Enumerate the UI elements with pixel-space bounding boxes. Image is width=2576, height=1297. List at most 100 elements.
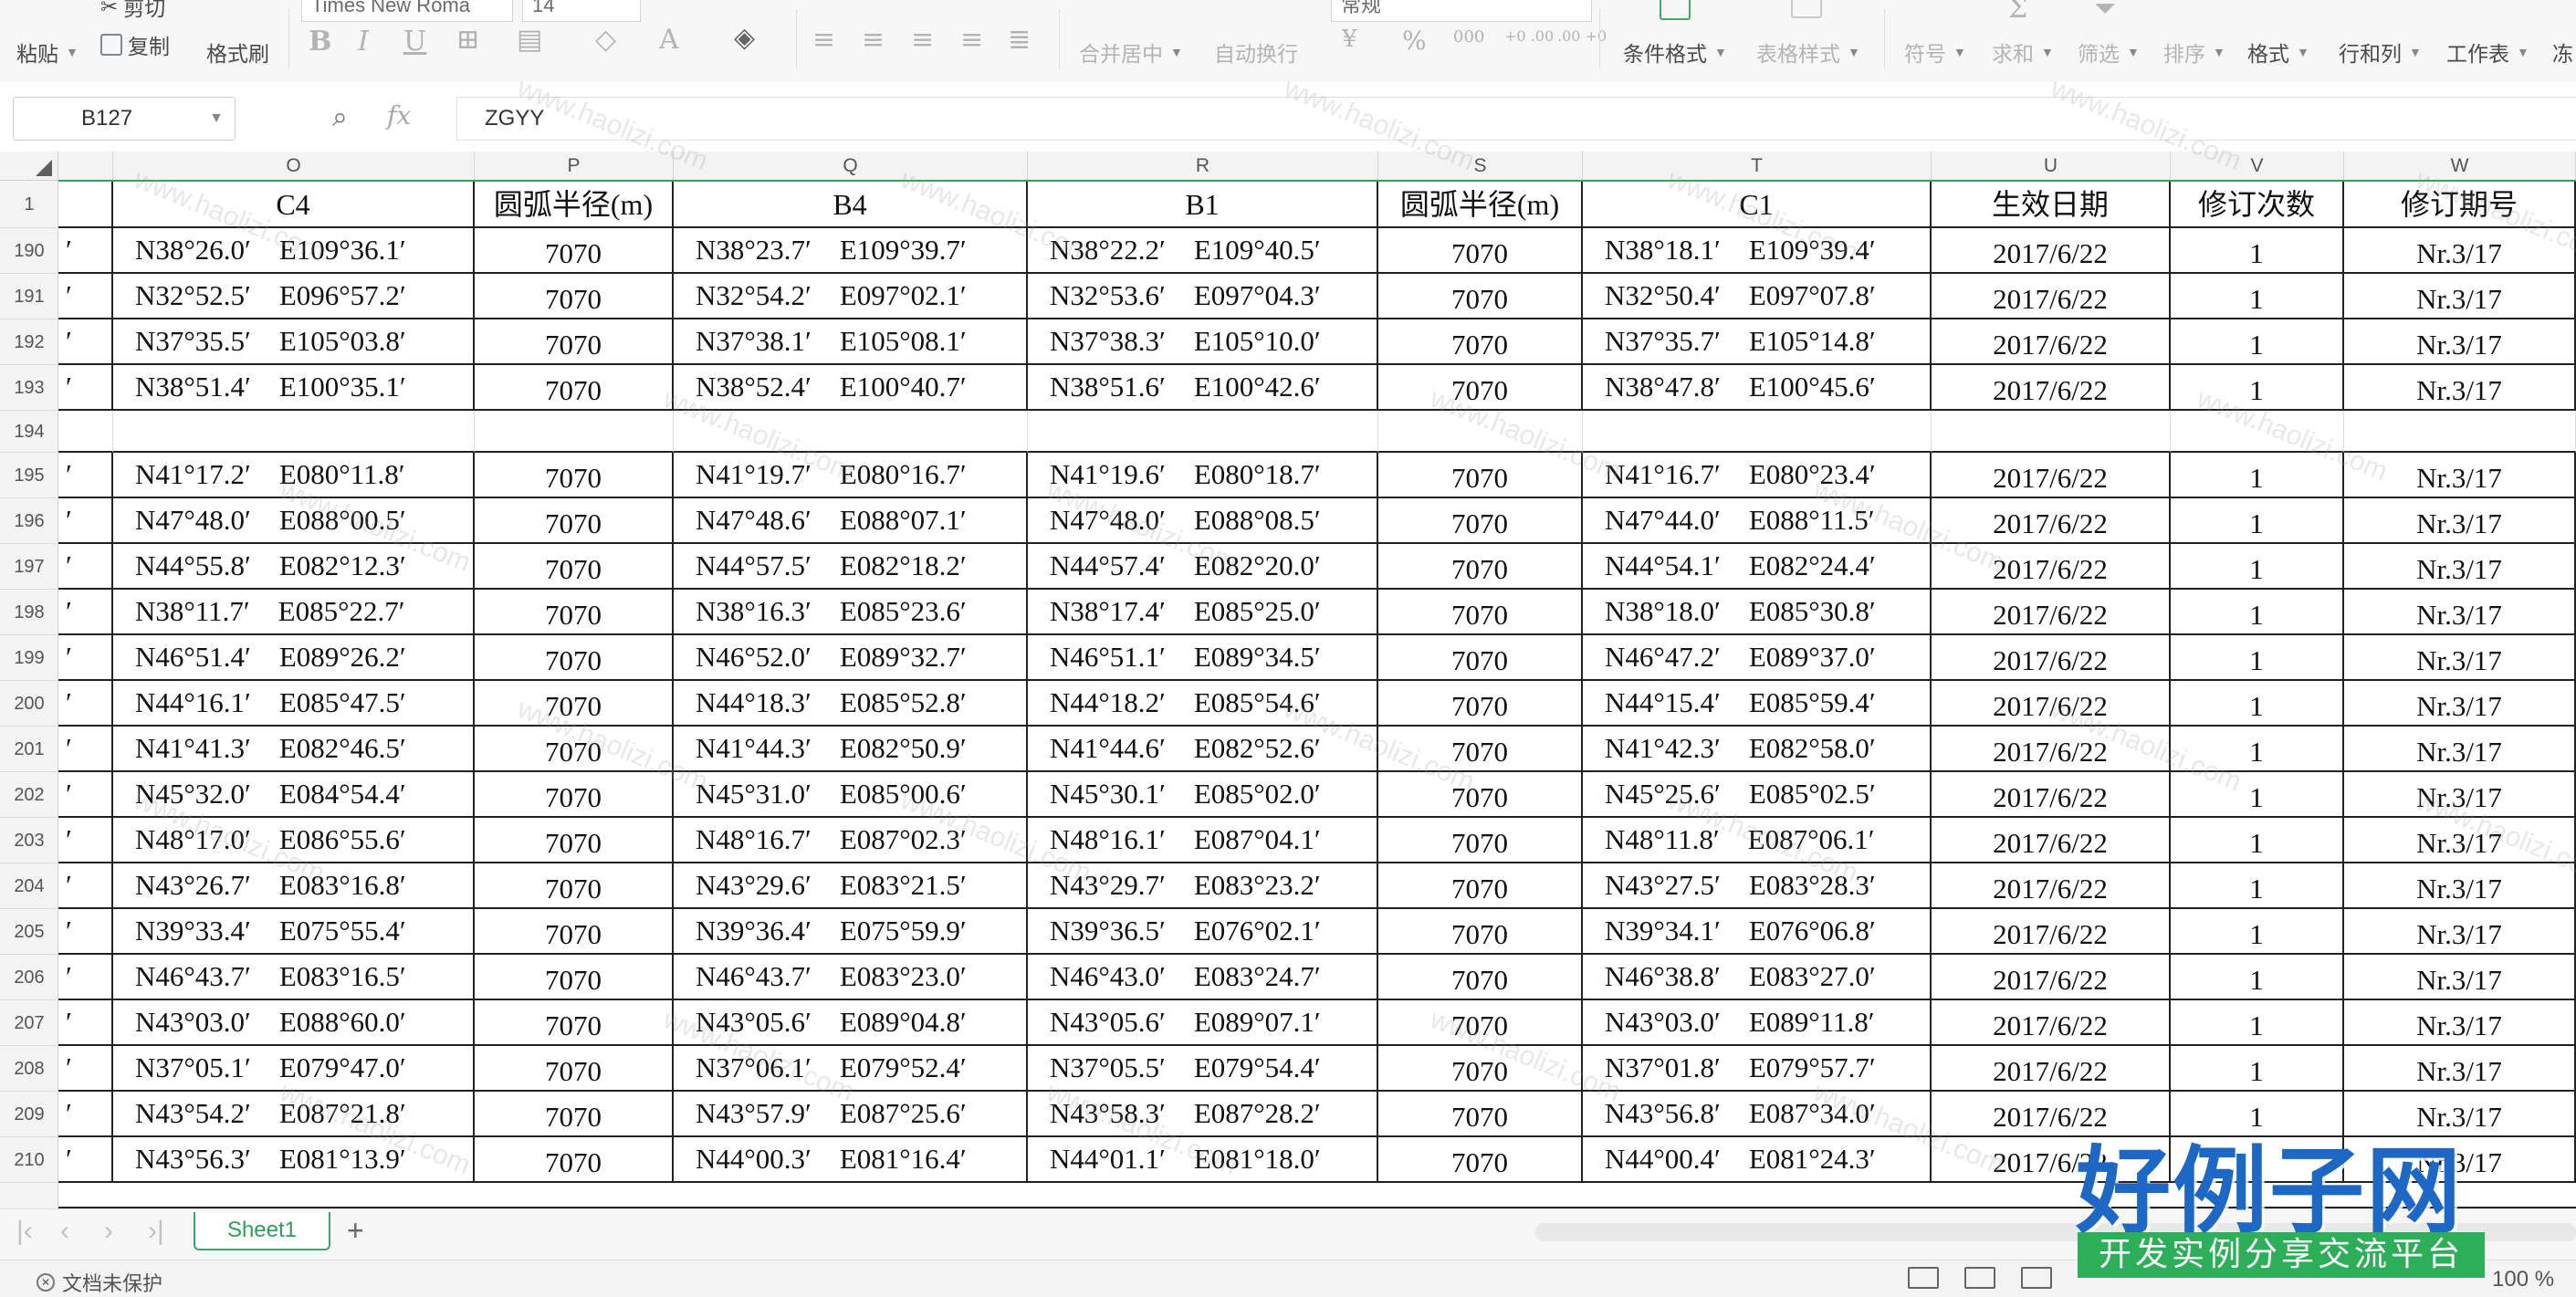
header-cell[interactable]: 修订期号 [2344,181,2576,228]
table-cell[interactable]: N38°23.7′ E109°39.7′ [674,228,1028,274]
row-header[interactable]: 194 [0,411,58,453]
table-cell[interactable]: N43°05.6′ E089°07.1′ [1028,1000,1378,1046]
table-cell[interactable]: 2017/6/22 [1932,635,2171,681]
copy-button[interactable]: 复制 [100,29,170,60]
header-cell[interactable]: C4 [113,181,475,228]
table-cell[interactable]: N43°26.7′ E083°16.8′ [113,863,475,909]
function-icon[interactable]: fx [387,100,411,131]
table-cell[interactable]: N32°54.2′ E097°02.1′ [674,274,1028,319]
row-header[interactable]: 192 [0,319,58,365]
table-cell[interactable]: Nr.3/17 [2344,1000,2576,1046]
cell-grid[interactable]: C4 圆弧半径(m) B4 B1 圆弧半径(m) C1 生效日期 修订次数 修订期号 ′ N38°2… [58,181,2576,1208]
table-cell[interactable]: ′ [58,590,113,635]
row-header[interactable]: 199 [0,635,58,681]
table-cell[interactable]: N38°18.1′ E109°39.4′ [1583,228,1932,274]
table-cell[interactable]: 1 [2171,772,2344,818]
row-header[interactable]: 209 [0,1092,58,1137]
table-cell[interactable]: 7070 [475,727,674,772]
text-color-icon[interactable]: A [659,24,679,56]
table-cell[interactable]: N45°32.0′ E084°54.4′ [113,772,475,818]
table-cell[interactable] [2344,411,2576,453]
number-format-select[interactable]: 常规 [1331,0,1592,22]
table-cell[interactable]: 7070 [1378,1092,1583,1137]
table-cell[interactable]: 1 [2171,955,2344,1000]
table-cell[interactable]: 7070 [475,863,674,909]
table-cell[interactable]: 7070 [475,544,674,590]
table-cell[interactable]: 7070 [475,228,674,274]
table-cell[interactable]: N46°43.0′ E083°24.7′ [1028,955,1378,1000]
table-cell[interactable] [113,411,475,453]
table-cell[interactable]: ′ [58,863,113,909]
table-cell[interactable]: N43°29.7′ E083°23.2′ [1028,863,1378,909]
prev-sheet-icon[interactable]: ‹ [60,1216,69,1247]
table-cell[interactable]: 7070 [1378,498,1583,544]
table-cell[interactable]: N46°43.7′ E083°16.5′ [113,955,475,1000]
table-cell[interactable]: N47°44.0′ E088°11.5′ [1583,498,1932,544]
align-center-icon[interactable]: ≡ [862,24,885,56]
table-cell[interactable]: N32°52.5′ E096°57.2′ [113,274,475,319]
table-cell[interactable]: N38°17.4′ E085°25.0′ [1028,590,1378,635]
table-cell[interactable]: 1 [2171,498,2344,544]
table-cell[interactable]: ′ [58,818,113,863]
table-cell[interactable]: N37°38.1′ E105°08.1′ [674,319,1028,365]
row-header[interactable]: 201 [0,727,58,772]
row-header[interactable]: 207 [0,1000,58,1046]
table-cell[interactable]: Nr.3/17 [2344,955,2576,1000]
table-cell[interactable]: N46°51.4′ E089°26.2′ [113,635,475,681]
table-cell[interactable]: 7070 [1378,955,1583,1000]
symbol-button[interactable]: 符号 ▼ [1904,37,1966,68]
table-cell[interactable]: N48°16.1′ E087°04.1′ [1028,818,1378,863]
table-cell[interactable]: 2017/6/22 [1932,727,2171,772]
table-cell[interactable]: N41°42.3′ E082°58.0′ [1583,727,1932,772]
distributed-icon[interactable]: ≣ [1008,24,1031,56]
table-cell[interactable]: Nr.3/17 [2344,228,2576,274]
table-cell[interactable]: ′ [58,1000,113,1046]
table-cell[interactable]: 7070 [475,681,674,727]
table-cell[interactable]: 7070 [1378,727,1583,772]
table-cell[interactable]: 7070 [1378,1046,1583,1092]
table-cell[interactable]: 1 [2171,274,2344,319]
header-cell[interactable] [58,181,113,228]
table-cell[interactable]: Nr.3/17 [2344,818,2576,863]
table-cell[interactable]: N41°44.3′ E082°50.9′ [674,727,1028,772]
table-cell[interactable]: N47°48.0′ E088°00.5′ [113,498,475,544]
table-cell[interactable]: 7070 [475,274,674,319]
table-cell[interactable]: N44°54.1′ E082°24.4′ [1583,544,1932,590]
row-header[interactable]: 193 [0,365,58,411]
table-cell[interactable]: N41°19.7′ E080°16.7′ [674,453,1028,498]
sheet-tab-sheet1[interactable]: Sheet1 [194,1212,330,1250]
table-cell[interactable]: N46°47.2′ E089°37.0′ [1583,635,1932,681]
auto-wrap-button[interactable]: 自动换行 [1214,37,1298,68]
italic-icon[interactable]: I [358,26,369,58]
zoom-level[interactable]: 100 % [2492,1267,2554,1292]
table-cell[interactable]: 1 [2171,590,2344,635]
header-cell[interactable]: 圆弧半径(m) [475,181,674,228]
table-cell[interactable]: N44°00.3′ E081°16.4′ [674,1137,1028,1183]
table-cell[interactable]: ′ [58,498,113,544]
table-cell[interactable]: ′ [58,727,113,772]
header-cell[interactable]: 修订次数 [2171,181,2344,228]
table-cell[interactable] [2171,411,2344,453]
table-cell[interactable]: N41°44.6′ E082°52.6′ [1028,727,1378,772]
align-right-icon[interactable]: ≡ [911,24,934,56]
table-cell[interactable]: 1 [2171,681,2344,727]
column-header-v[interactable]: V [2171,152,2344,180]
table-cell[interactable]: ′ [58,274,113,319]
column-header-s[interactable]: S [1378,152,1583,180]
table-cell[interactable]: N43°56.8′ E087°34.0′ [1583,1092,1932,1137]
table-cell[interactable]: 7070 [1378,818,1583,863]
row-header[interactable]: 202 [0,772,58,818]
table-cell[interactable] [1378,411,1583,453]
table-cell[interactable]: N39°36.4′ E075°59.9′ [674,909,1028,955]
header-cell[interactable]: B1 [1028,181,1378,228]
table-cell[interactable] [475,411,674,453]
fill-color-icon[interactable]: ▤ [517,24,542,56]
table-cell[interactable]: 7070 [1378,1137,1583,1183]
table-cell[interactable]: 1 [2171,635,2344,681]
table-cell[interactable]: N46°38.8′ E083°27.0′ [1583,955,1932,1000]
table-cell[interactable]: 7070 [1378,863,1583,909]
table-cell[interactable]: 1 [2171,863,2344,909]
table-cell[interactable]: N37°05.1′ E079°47.0′ [113,1046,475,1092]
first-sheet-icon[interactable]: |‹ [16,1216,33,1247]
table-cell[interactable]: N38°18.0′ E085°30.8′ [1583,590,1932,635]
